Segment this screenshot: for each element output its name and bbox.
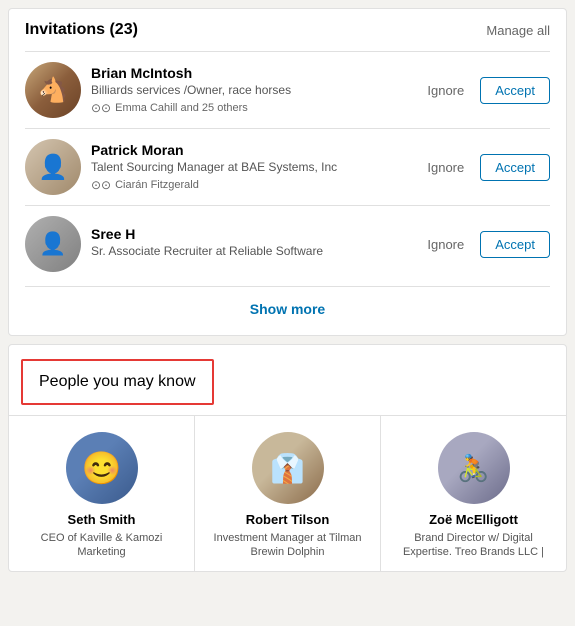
mutual-connection-brian: ⊙⊙ Emma Cahill and 25 others bbox=[91, 101, 411, 115]
invitation-info-brian: Brian McIntosh Billiards services /Owner… bbox=[91, 65, 411, 116]
card-header: Invitations (23) Manage all bbox=[25, 21, 550, 39]
people-section-title: People you may know bbox=[39, 373, 196, 390]
person-card-robert: Robert Tilson Investment Manager at Tilm… bbox=[195, 416, 381, 571]
invitation-title-patrick: Talent Sourcing Manager at BAE Systems, … bbox=[91, 160, 411, 176]
avatar-seth bbox=[66, 432, 138, 504]
person-title-robert: Investment Manager at Tilman Brewin Dolp… bbox=[203, 531, 372, 560]
mutual-connection-patrick: ⊙⊙ Ciarán Fitzgerald bbox=[91, 178, 411, 192]
invitation-name-patrick: Patrick Moran bbox=[91, 142, 411, 158]
people-header-wrapper: People you may know bbox=[9, 345, 566, 415]
show-more-container: Show more bbox=[25, 286, 550, 323]
invitation-name-sree: Sree H bbox=[91, 226, 411, 242]
mutual-text-brian: Emma Cahill and 25 others bbox=[115, 102, 248, 114]
accept-button-patrick[interactable]: Accept bbox=[480, 154, 550, 181]
invitation-actions-sree: Ignore Accept bbox=[421, 231, 550, 258]
invitation-item-brian: Brian McIntosh Billiards services /Owner… bbox=[25, 51, 550, 128]
mutual-text-patrick: Ciarán Fitzgerald bbox=[115, 179, 199, 191]
invitations-title: Invitations (23) bbox=[25, 21, 138, 39]
person-name-seth: Seth Smith bbox=[68, 512, 136, 528]
manage-all-link[interactable]: Manage all bbox=[486, 23, 550, 38]
invitation-info-sree: Sree H Sr. Associate Recruiter at Reliab… bbox=[91, 226, 411, 263]
invitation-actions-patrick: Ignore Accept bbox=[421, 154, 550, 181]
invitation-info-patrick: Patrick Moran Talent Sourcing Manager at… bbox=[91, 142, 411, 193]
avatar-patrick bbox=[25, 139, 81, 195]
connection-icon-patrick: ⊙⊙ bbox=[91, 178, 111, 192]
invitation-title-sree: Sr. Associate Recruiter at Reliable Soft… bbox=[91, 244, 411, 260]
ignore-button-brian[interactable]: Ignore bbox=[421, 79, 470, 102]
people-grid: Seth Smith CEO of Kaville & Kamozi Marke… bbox=[9, 415, 566, 571]
invitations-count: (23) bbox=[109, 21, 137, 38]
accept-button-sree[interactable]: Accept bbox=[480, 231, 550, 258]
people-header: People you may know bbox=[21, 359, 214, 405]
invitation-item-sree: Sree H Sr. Associate Recruiter at Reliab… bbox=[25, 205, 550, 282]
person-name-zoe: Zoë McElligott bbox=[429, 512, 518, 528]
people-card: People you may know Seth Smith CEO of Ka… bbox=[8, 344, 567, 572]
person-title-zoe: Brand Director w/ Digital Expertise. Tre… bbox=[389, 531, 558, 560]
invitation-item-patrick: Patrick Moran Talent Sourcing Manager at… bbox=[25, 128, 550, 205]
invitation-actions-brian: Ignore Accept bbox=[421, 77, 550, 104]
avatar-zoe bbox=[438, 432, 510, 504]
invitations-card: Invitations (23) Manage all Brian McInto… bbox=[8, 8, 567, 336]
avatar-robert bbox=[252, 432, 324, 504]
avatar-sree bbox=[25, 216, 81, 272]
person-card-zoe: Zoë McElligott Brand Director w/ Digital… bbox=[381, 416, 566, 571]
invitation-title-brian: Billiards services /Owner, race horses bbox=[91, 83, 411, 99]
show-more-button[interactable]: Show more bbox=[250, 301, 325, 317]
ignore-button-sree[interactable]: Ignore bbox=[421, 233, 470, 256]
ignore-button-patrick[interactable]: Ignore bbox=[421, 156, 470, 179]
connection-icon: ⊙⊙ bbox=[91, 101, 111, 115]
accept-button-brian[interactable]: Accept bbox=[480, 77, 550, 104]
avatar-brian bbox=[25, 62, 81, 118]
invitations-title-text: Invitations bbox=[25, 21, 105, 38]
invitation-name-brian: Brian McIntosh bbox=[91, 65, 411, 81]
person-card-seth: Seth Smith CEO of Kaville & Kamozi Marke… bbox=[9, 416, 195, 571]
person-title-seth: CEO of Kaville & Kamozi Marketing bbox=[17, 531, 186, 560]
person-name-robert: Robert Tilson bbox=[246, 512, 330, 528]
